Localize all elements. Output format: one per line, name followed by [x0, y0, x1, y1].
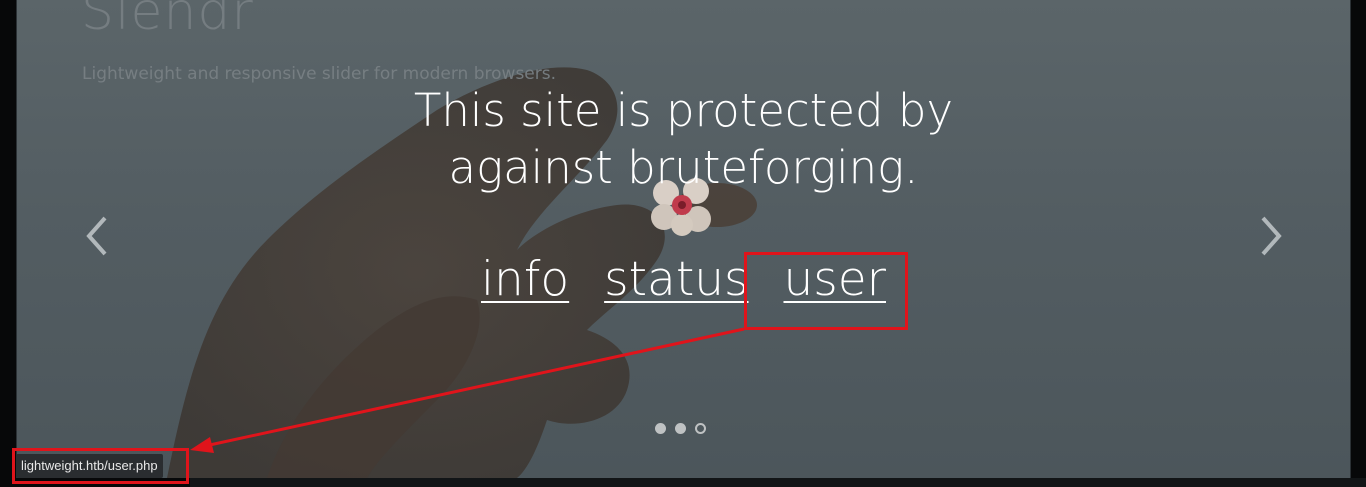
window-bottom-edge [190, 478, 1366, 487]
slider-dot-2[interactable] [675, 423, 686, 434]
slider-dot-1[interactable] [655, 423, 666, 434]
image-slider: Slendr Lightweight and responsive slider… [16, 0, 1351, 478]
chevron-right-icon[interactable] [1257, 214, 1285, 258]
link-user[interactable]: user [783, 252, 886, 307]
brand-tagline: Lightweight and responsive slider for mo… [82, 64, 557, 84]
link-status[interactable]: status [604, 252, 748, 307]
browser-viewport: Slendr Lightweight and responsive slider… [0, 0, 1366, 487]
slider-pagination [655, 423, 706, 434]
brand-title: Slendr [81, 0, 254, 42]
headline: This site is protected by against brutef… [17, 82, 1350, 196]
chevron-left-icon[interactable] [83, 214, 111, 258]
headline-line-1: This site is protected by [413, 84, 954, 137]
nav-links: info status user [17, 252, 1350, 307]
headline-line-2: against bruteforging. [448, 141, 919, 194]
slider-dot-3-active[interactable] [695, 423, 706, 434]
link-info[interactable]: info [481, 252, 569, 307]
status-bar-url: lightweight.htb/user.php [16, 454, 163, 478]
